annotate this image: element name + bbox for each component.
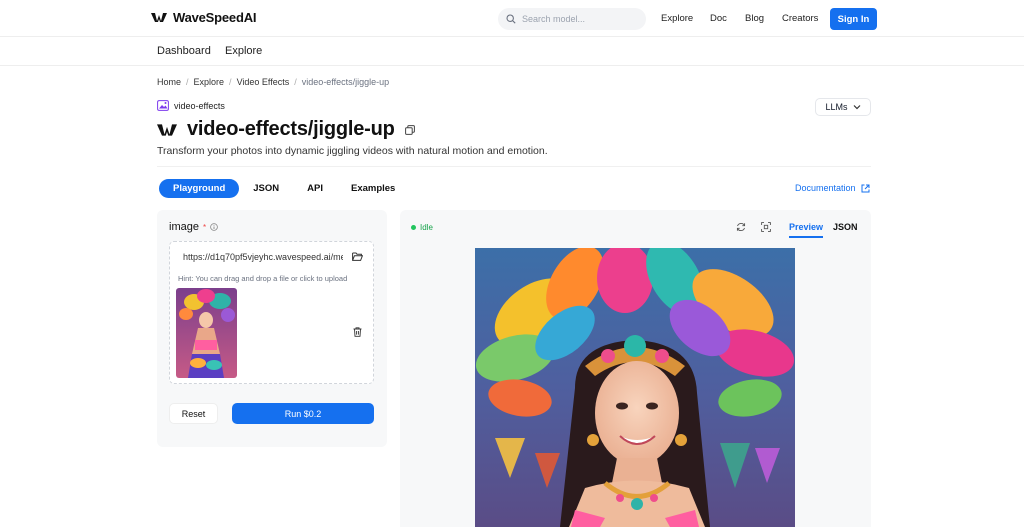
- image-label: image: [169, 221, 199, 233]
- nav-explore[interactable]: Explore: [661, 13, 693, 24]
- run-button[interactable]: Run $0.2: [232, 403, 374, 424]
- output-preview-image: [475, 248, 795, 527]
- divider: [157, 166, 871, 167]
- wavespeed-logo-icon: [157, 123, 177, 136]
- breadcrumb-separator: /: [294, 77, 297, 87]
- refresh-icon[interactable]: [736, 222, 746, 232]
- image-field-label: image *: [169, 221, 218, 233]
- tab-examples[interactable]: Examples: [337, 179, 409, 198]
- required-mark: *: [202, 222, 207, 232]
- upload-hint: Hint: You can drag and drop a file or cl…: [178, 274, 348, 283]
- tab-api[interactable]: API: [293, 179, 337, 198]
- search-input[interactable]: [522, 14, 632, 24]
- model-category[interactable]: video-effects: [157, 100, 225, 111]
- category-label: video-effects: [174, 100, 225, 111]
- llms-label: LLMs: [825, 102, 848, 112]
- subnav-dashboard[interactable]: Dashboard: [157, 45, 211, 57]
- model-title-row: video-effects/jiggle-up: [157, 118, 415, 141]
- image-video-icon: [157, 100, 169, 111]
- thumbnail-image: [176, 288, 237, 378]
- input-panel: image* Hint: You can drag and drop a fil…: [157, 210, 387, 447]
- image-url-input[interactable]: [183, 252, 343, 262]
- status-dot-icon: [411, 225, 416, 230]
- info-icon[interactable]: [210, 223, 218, 231]
- chevron-down-icon: [853, 105, 860, 110]
- breadcrumb-home[interactable]: Home: [157, 77, 181, 87]
- breadcrumb-current: video-effects/jiggle-up: [301, 77, 390, 87]
- wavespeed-logo-icon: [151, 13, 167, 22]
- reset-button[interactable]: Reset: [169, 403, 218, 424]
- llms-dropdown[interactable]: LLMs: [815, 98, 871, 116]
- sign-in-button[interactable]: Sign In: [830, 8, 877, 30]
- model-tabs: Playground JSON API Examples: [159, 179, 409, 198]
- uploaded-image-thumbnail[interactable]: [176, 288, 237, 378]
- status-badge: Idle: [411, 223, 433, 232]
- brand-logo[interactable]: WaveSpeedAI: [151, 10, 256, 25]
- top-bar: WaveSpeedAI Explore Doc Blog Creators Si…: [0, 0, 1024, 37]
- tab-output-json[interactable]: JSON: [833, 222, 858, 232]
- folder-open-icon[interactable]: [352, 252, 363, 261]
- breadcrumb-separator: /: [186, 77, 189, 87]
- breadcrumb-video-effects[interactable]: Video Effects: [237, 77, 290, 87]
- external-link-icon: [861, 184, 870, 192]
- breadcrumb: Home / Explore / Video Effects / video-e…: [157, 77, 389, 87]
- fullscreen-icon[interactable]: [761, 222, 771, 232]
- nav-blog[interactable]: Blog: [745, 13, 764, 24]
- page-title: video-effects/jiggle-up: [187, 118, 395, 140]
- sub-navigation: Dashboard Explore: [0, 37, 1024, 66]
- tab-json[interactable]: JSON: [239, 179, 293, 198]
- output-panel: Idle Preview JSON: [400, 210, 871, 527]
- search-bar[interactable]: [498, 8, 646, 30]
- preview-image: [475, 248, 795, 527]
- search-icon: [506, 14, 516, 24]
- tab-preview[interactable]: Preview: [789, 222, 824, 238]
- trash-icon[interactable]: [353, 327, 362, 337]
- brand-name: WaveSpeedAI: [173, 10, 257, 25]
- nav-doc[interactable]: Doc: [710, 13, 727, 24]
- model-description: Transform your photos into dynamic jiggl…: [157, 145, 548, 157]
- image-upload-dropzone[interactable]: Hint: You can drag and drop a file or cl…: [169, 241, 374, 384]
- documentation-label: Documentation: [795, 183, 856, 193]
- nav-creators[interactable]: Creators: [782, 13, 818, 24]
- breadcrumb-explore[interactable]: Explore: [194, 77, 225, 87]
- tab-playground[interactable]: Playground: [159, 179, 240, 198]
- documentation-link[interactable]: Documentation: [795, 183, 870, 193]
- status-text: Idle: [420, 223, 433, 232]
- breadcrumb-separator: /: [229, 77, 232, 87]
- copy-icon[interactable]: [404, 124, 415, 135]
- subnav-explore[interactable]: Explore: [225, 45, 262, 57]
